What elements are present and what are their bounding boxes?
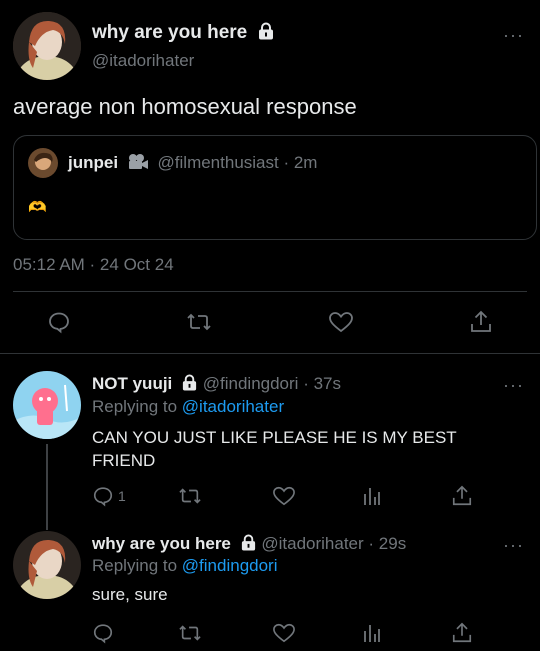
lock-icon bbox=[181, 374, 198, 396]
avatar-reply1[interactable] bbox=[13, 371, 81, 439]
analytics-button[interactable] bbox=[362, 622, 382, 644]
share-button[interactable] bbox=[451, 621, 473, 645]
retweet-button[interactable] bbox=[178, 622, 202, 644]
quote-author-name: junpei bbox=[68, 153, 119, 172]
reply-button[interactable] bbox=[92, 622, 114, 644]
retweet-button[interactable] bbox=[186, 310, 212, 334]
analytics-button[interactable] bbox=[362, 485, 382, 507]
reply-icon bbox=[93, 487, 113, 507]
quote-header: junpei @filmenthusiast · 2m bbox=[68, 153, 317, 176]
share-icon bbox=[452, 485, 472, 506]
reply1-replying-to: Replying to @itadorihater bbox=[92, 397, 285, 416]
author-handle[interactable]: @itadorihater bbox=[92, 51, 194, 71]
heart-icon bbox=[273, 486, 295, 506]
reply1-header: NOT yuuji @findingdori · 37s bbox=[92, 374, 341, 396]
retweet-icon bbox=[179, 488, 201, 504]
retweet-button[interactable] bbox=[178, 485, 202, 507]
reply1-author-handle[interactable]: @findingdori bbox=[203, 374, 299, 393]
lock-icon bbox=[257, 22, 275, 46]
reply2-replying-to: Replying to @findingdori bbox=[92, 556, 278, 575]
reply1-time: · 37s bbox=[303, 374, 341, 393]
reply2-time: · 29s bbox=[368, 534, 407, 553]
reply2-author-name[interactable]: why are you here bbox=[92, 534, 231, 553]
heart-icon bbox=[273, 623, 295, 643]
reply-button[interactable]: 1 bbox=[92, 485, 126, 507]
section-divider bbox=[0, 353, 540, 354]
more-options-icon[interactable]: ··· bbox=[503, 375, 524, 396]
tweet-timestamp: 05:12 AM · 24 Oct 24 bbox=[13, 255, 174, 274]
more-options-icon[interactable]: ··· bbox=[503, 25, 524, 46]
heart-hands-emoji: 🫶 bbox=[28, 199, 47, 216]
avatar-quote bbox=[28, 148, 58, 178]
heart-icon bbox=[329, 312, 353, 333]
reply1-text: CAN YOU JUST LIKE PLEASE HE IS MY BEST F… bbox=[92, 428, 457, 470]
replying-to-link[interactable]: @findingdori bbox=[182, 556, 278, 575]
retweet-icon bbox=[179, 625, 201, 641]
camera-icon bbox=[127, 153, 149, 176]
replying-to-link[interactable]: @itadorihater bbox=[182, 397, 284, 416]
analytics-icon bbox=[364, 625, 380, 642]
divider bbox=[13, 291, 527, 292]
quoted-tweet[interactable]: junpei @filmenthusiast · 2m 🫶 bbox=[13, 135, 537, 240]
share-button[interactable] bbox=[469, 309, 493, 335]
tweet-text: average non homosexual response bbox=[13, 94, 357, 119]
like-button[interactable] bbox=[328, 310, 354, 334]
more-options-icon[interactable]: ··· bbox=[503, 535, 524, 556]
retweet-icon bbox=[187, 313, 211, 331]
avatar-reply2[interactable] bbox=[13, 531, 81, 599]
lock-icon bbox=[240, 534, 257, 556]
share-icon bbox=[471, 310, 491, 332]
reply2-author-handle[interactable]: @itadorihater bbox=[261, 534, 363, 553]
quote-time: · 2m bbox=[283, 153, 318, 172]
like-button[interactable] bbox=[272, 622, 296, 644]
share-icon bbox=[452, 622, 472, 643]
reply2-text: sure, sure bbox=[92, 585, 168, 604]
thread-line bbox=[46, 444, 48, 530]
reply-button[interactable] bbox=[47, 310, 71, 334]
like-button[interactable] bbox=[272, 485, 296, 507]
reply-count: 1 bbox=[118, 488, 126, 504]
avatar-main[interactable] bbox=[13, 12, 81, 80]
reply-icon bbox=[93, 624, 113, 644]
analytics-icon bbox=[364, 488, 380, 505]
author-name[interactable]: why are you here bbox=[92, 22, 275, 46]
reply1-author-name[interactable]: NOT yuuji bbox=[92, 374, 172, 393]
reply-icon bbox=[49, 312, 69, 334]
reply2-header: why are you here @itadorihater · 29s bbox=[92, 534, 406, 556]
quote-author-handle: @filmenthusiast bbox=[157, 153, 279, 172]
share-button[interactable] bbox=[451, 484, 473, 508]
